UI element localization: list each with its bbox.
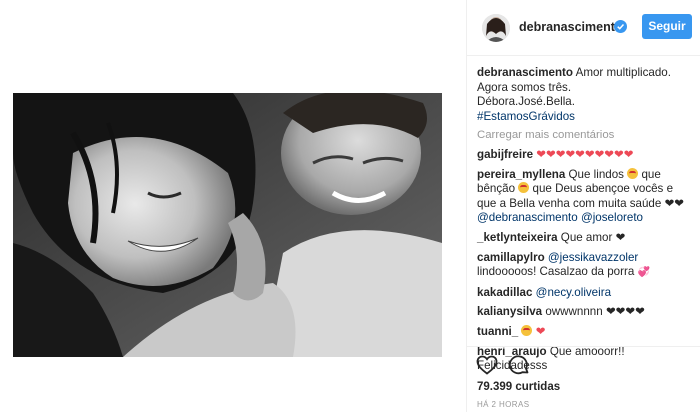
comment-hearts: ❤❤❤❤ xyxy=(605,305,645,319)
comment-text: Que amor xyxy=(560,230,613,244)
comment-text: lindooooos! xyxy=(477,265,537,279)
photo-illustration xyxy=(13,93,442,357)
avatar-image xyxy=(482,14,510,42)
comment-hearts: 💞 xyxy=(637,267,650,279)
comment-text: Casalzao da porra xyxy=(539,265,635,279)
caption-username[interactable]: debranascimento xyxy=(477,66,573,79)
comment-username[interactable]: _ketlynteixeira xyxy=(477,231,558,244)
comment-item: camillapylro @jessikavazzoler lindooooos… xyxy=(477,251,691,281)
comment-item: kakadillac @necy.oliveira xyxy=(477,286,691,301)
caption-line-1: Amor multiplicado. xyxy=(575,66,671,79)
comment-username[interactable]: camillapylro xyxy=(477,251,545,264)
heart-eyes-emoji-icon xyxy=(627,167,639,179)
avatar[interactable] xyxy=(482,14,510,42)
heart-eyes-emoji-icon xyxy=(521,324,533,336)
comment-mention[interactable]: @jessikavazzoler xyxy=(548,251,638,264)
comment-item: gabijfreire ❤❤❤❤❤❤❤❤❤❤ xyxy=(477,148,691,163)
load-more-comments-link[interactable]: Carregar mais comentários xyxy=(477,128,691,143)
comment-item: _ketlynteixeira Que amor ❤ xyxy=(477,231,691,246)
header-username[interactable]: debranascimento xyxy=(519,20,623,34)
comment-hearts: ❤❤❤❤❤❤❤❤❤❤ xyxy=(536,147,634,161)
comment-mention[interactable]: @necy.oliveira xyxy=(536,286,611,299)
comment-item: tuanni_ ❤ xyxy=(477,324,691,340)
comment-hearts: ❤ xyxy=(535,324,546,338)
follow-button[interactable]: Seguir xyxy=(642,14,692,39)
comment-text: owwwnnnn xyxy=(545,305,603,319)
comment-item: pereira_myllena Que lindos que bênção qu… xyxy=(477,167,691,226)
comments-list: debranascimento Amor multiplicado. Agora… xyxy=(467,66,700,379)
post-photo[interactable] xyxy=(13,93,442,357)
likes-count[interactable]: 79.399 curtidas xyxy=(477,381,560,393)
comment-item: kalianysilva owwwnnnn ❤❤❤❤ xyxy=(477,305,691,320)
post-timestamp: HÁ 2 HORAS xyxy=(477,400,530,409)
comment-hearts: ❤❤ xyxy=(664,196,685,210)
comment-username[interactable]: gabijfreire xyxy=(477,148,533,161)
comment-username[interactable]: pereira_myllena xyxy=(477,168,565,181)
comment-mention[interactable]: @debranascimento xyxy=(477,211,578,224)
caption-line-3: Débora.José.Bella. xyxy=(477,95,575,109)
speech-bubble-icon[interactable] xyxy=(507,353,531,377)
comment-mention[interactable]: @joseloreto xyxy=(581,211,643,224)
post-actions: 79.399 curtidas HÁ 2 HORAS xyxy=(467,346,700,412)
comment-text: Que lindos xyxy=(568,167,624,181)
caption-line-2: Agora somos três. xyxy=(477,80,572,94)
post-header: debranascimento Seguir xyxy=(467,0,700,56)
heart-outline-icon[interactable] xyxy=(475,353,499,377)
heart-eyes-emoji-icon xyxy=(518,182,530,194)
post-caption: debranascimento Amor multiplicado. Agora… xyxy=(477,66,691,124)
comment-username[interactable]: kalianysilva xyxy=(477,305,542,318)
comment-username[interactable]: kakadillac xyxy=(477,286,532,299)
comment-username[interactable]: tuanni_ xyxy=(477,325,518,338)
caption-hashtag[interactable]: #EstamosGrávidos xyxy=(477,110,691,125)
comment-hearts: ❤ xyxy=(615,230,626,244)
verified-badge-icon xyxy=(614,20,627,33)
media-area xyxy=(0,0,466,412)
post-side-panel: debranascimento Seguir debranascimento A… xyxy=(466,0,700,412)
